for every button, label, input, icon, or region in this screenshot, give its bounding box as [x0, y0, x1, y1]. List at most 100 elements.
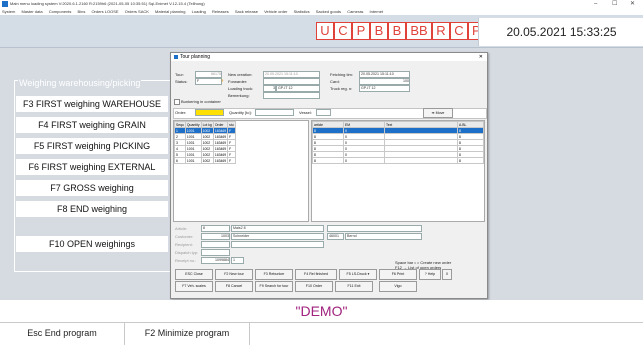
window-title: Main menu loading system V:2020.6.1.2160… [10, 1, 205, 6]
receipt-extra-field[interactable]: 1 [231, 257, 244, 264]
cell: 6 [174, 157, 186, 164]
maximize-icon[interactable]: ☐ [612, 0, 617, 8]
customer-number-field[interactable]: 1003 [201, 233, 230, 240]
move-button[interactable]: ➡ Move [423, 108, 453, 118]
status-field[interactable]: F [195, 78, 222, 85]
f5-first-weighing-picking-button[interactable]: F5 FIRST weighing PICKING [16, 138, 168, 154]
menu-cameras[interactable]: Cameras [347, 9, 363, 14]
f7-veh-scales-button[interactable]: F7 Veh. scales [175, 281, 213, 292]
table-row[interactable]: 6 1001 1002 163469 F [174, 157, 236, 164]
quantity-field[interactable] [255, 109, 294, 116]
menu-material-planning[interactable]: Material planning [155, 9, 185, 14]
tour-orders-grid[interactable]: Sequ Quantity Lot kg Order stu 1 1001 1002… [173, 120, 309, 222]
menu-releases[interactable]: Releases [212, 9, 229, 14]
f11-exit-button[interactable]: F11 Exit [335, 281, 373, 292]
article-label: Article: [175, 226, 188, 231]
status-letter-c[interactable]: C [334, 22, 352, 40]
f3-rebunker-button[interactable]: F3 Rebunker [255, 269, 293, 280]
status-letter-u[interactable]: U [316, 22, 334, 40]
minimize-icon[interactable]: – [594, 0, 597, 8]
truck-reg-field[interactable]: GP-IT 12 [359, 85, 410, 92]
customer-name-field[interactable]: Schneider [231, 233, 324, 240]
tour-planning-dialog: Tour planning ✕ Tour: 66175 Status: F ? … [170, 52, 488, 299]
esc-close-button[interactable]: ESC Close [175, 269, 213, 280]
status-help-icon[interactable]: ? [221, 78, 223, 83]
menu-bins[interactable]: Bins [78, 9, 86, 14]
status-letter-c2[interactable]: C [450, 22, 468, 40]
status-label: Status: [175, 79, 188, 84]
esc-end-program-button[interactable]: Esc End program [0, 322, 125, 345]
status-letter-b1[interactable]: B [370, 22, 388, 40]
f4-rel-finished-button[interactable]: F4 Rel finished [295, 269, 337, 280]
menu-orders-loose[interactable]: Orders LOOSE [91, 9, 118, 14]
cell: 8 [312, 157, 344, 164]
f5-ls-druck-button[interactable]: F5 LS-Druck ▾ [339, 269, 377, 280]
menu-loading[interactable]: Loading [192, 9, 206, 14]
dispatch-type-label: Dispatch typ: [175, 250, 199, 255]
menu-system[interactable]: System [2, 9, 15, 14]
receipt-number-field[interactable]: 1099884 [201, 257, 230, 264]
recipient-number-field[interactable] [201, 241, 230, 248]
article-number-field[interactable]: 8 [201, 225, 230, 232]
cell: 1002 [200, 157, 214, 164]
f6-print-button[interactable]: F6 Print [379, 269, 417, 280]
help-button[interactable]: ? Help [419, 269, 441, 280]
vigo-button[interactable]: Vigo [379, 281, 417, 292]
vessel-field[interactable] [316, 109, 331, 116]
remark-field[interactable] [263, 92, 320, 99]
status-letter-bb[interactable]: BB [406, 22, 432, 40]
cell [384, 157, 458, 164]
cell: 163469 [212, 157, 229, 164]
customer-city-field[interactable]: Bernd [345, 233, 422, 240]
f7-gross-weighing-button[interactable]: F7 GROSS weighing [16, 180, 168, 196]
f4-first-weighing-grain-button[interactable]: F4 FIRST weighing GRAIN [16, 117, 168, 133]
recipient-label: Recipient: [175, 242, 193, 247]
table-row[interactable]: 808 [312, 157, 484, 164]
f3-first-weighing-warehouse-button[interactable]: F3 FIRST weighing WAREHOUSE [16, 96, 168, 112]
f2-minimize-program-button[interactable]: F2 Minimize program [125, 322, 250, 345]
f9-search-tour-button[interactable]: F9 Search for tour [255, 281, 293, 292]
f8-end-weighing-button[interactable]: F8 END weighing [16, 201, 168, 217]
menu-sack-release[interactable]: Sack release [235, 9, 258, 14]
tour-field[interactable]: 66175 [195, 71, 222, 78]
new-creation-field[interactable]: 20.05.2021 15:11:10 [263, 71, 320, 78]
status-letter-b2[interactable]: B [388, 22, 406, 40]
status-letter-p[interactable]: P [352, 22, 370, 40]
menu-statistics[interactable]: Statistics [294, 9, 310, 14]
loading-truck-field[interactable]: GP-IT 12 [276, 85, 320, 92]
dialog-close-icon[interactable]: ✕ [479, 53, 483, 61]
menu-internet[interactable]: Internet [370, 9, 384, 14]
article-extra-field[interactable] [327, 225, 422, 232]
dispatch-type-field[interactable] [201, 249, 230, 256]
f8-cancel-button[interactable]: F8 Cancel [215, 281, 253, 292]
close-icon[interactable]: ✕ [630, 0, 635, 8]
status-letter-r[interactable]: R [432, 22, 450, 40]
quantity-label: Quantity [to]: [229, 110, 252, 115]
dialog-title-bar: Tour planning ✕ [171, 53, 487, 61]
card-field[interactable]: 100 [359, 78, 410, 85]
bunkering-label: Bunkering in container [181, 99, 221, 104]
menu-orders-sack[interactable]: Orders SACK [125, 9, 149, 14]
close-x-button[interactable]: X [442, 269, 452, 280]
f10-order-button[interactable]: F10 Order [295, 281, 333, 292]
f6-first-weighing-external-button[interactable]: F6 FIRST weighing EXTERNAL [16, 159, 168, 175]
menu-vehicle-order[interactable]: Vehicle order [264, 9, 287, 14]
receipt-label: Receipt no.: [175, 258, 197, 263]
bunkering-checkbox[interactable] [174, 99, 180, 105]
cell: 8 [457, 157, 484, 164]
menu-master-data[interactable]: Master data [21, 9, 42, 14]
customer-zip-field[interactable]: 46001 [327, 233, 344, 240]
cell: 0 [343, 157, 385, 164]
order-field[interactable] [195, 109, 224, 116]
menu-sacked-goods[interactable]: Sacked goods [316, 9, 341, 14]
article-grid[interactable]: article EM Text A.BL 808 808 808 808 808… [311, 120, 485, 222]
forwarder-field[interactable] [263, 78, 320, 85]
tour-label: Tour: [175, 72, 184, 77]
f10-open-weighings-button[interactable]: F10 OPEN weighings [16, 236, 168, 252]
fetching-time-field[interactable]: 20.05.2021 15:11:10 [359, 71, 410, 78]
recipient-name-field[interactable] [231, 241, 324, 248]
menu-components[interactable]: Components [49, 9, 72, 14]
loading-truck-number-field[interactable]: 3 [263, 85, 276, 92]
article-text-field[interactable]: Mais2 8 [231, 225, 324, 232]
f2-new-tour-button[interactable]: F2 New tour [215, 269, 253, 280]
